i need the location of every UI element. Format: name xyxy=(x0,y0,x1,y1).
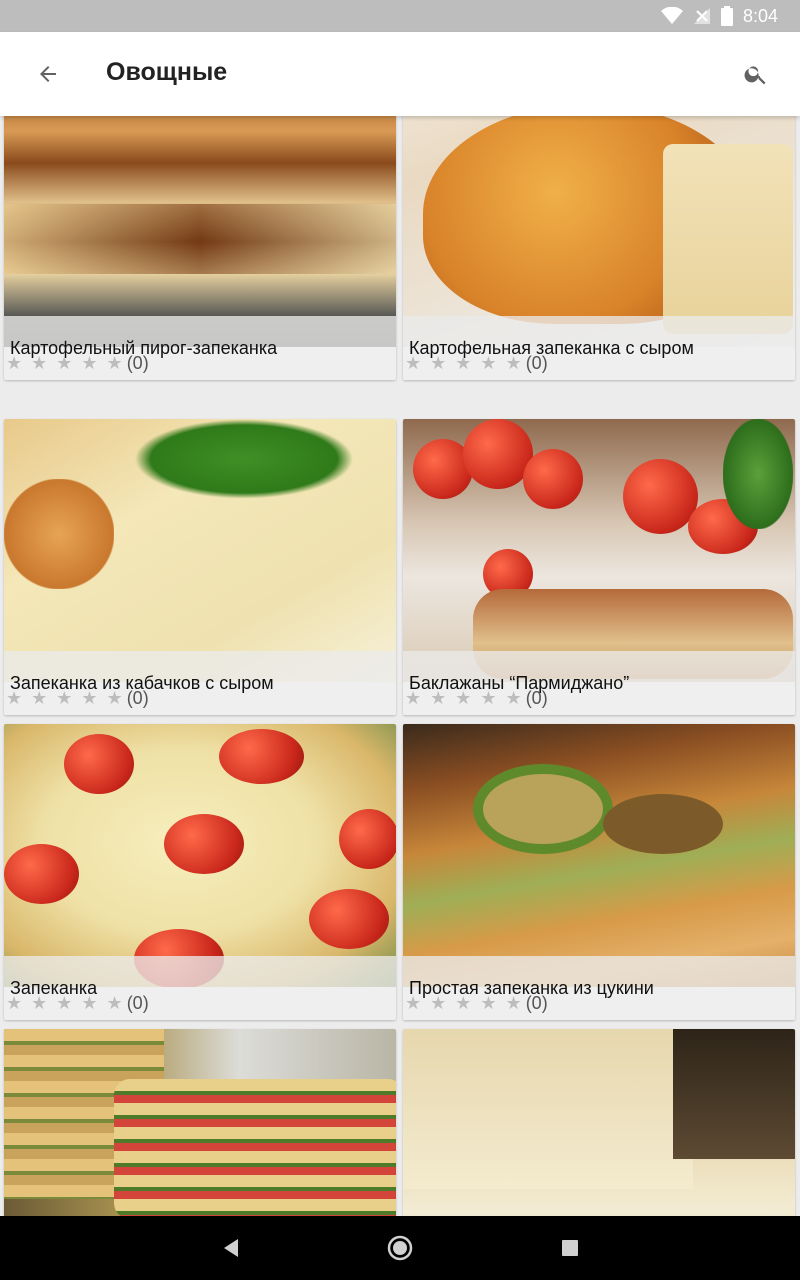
system-nav-bar xyxy=(0,1216,800,1280)
star-icons: ★ ★ ★ ★ ★ xyxy=(6,992,125,1013)
recipe-photo xyxy=(4,724,396,987)
star-icons: ★ ★ ★ ★ ★ xyxy=(6,687,125,708)
nav-recents-button[interactable] xyxy=(552,1230,588,1266)
recipe-card[interactable]: Картофельный пирог-запеканка ★ ★ ★ ★ ★ (0… xyxy=(4,116,396,380)
star-icons: ★ ★ ★ ★ ★ xyxy=(6,352,125,373)
rating-stars: ★ ★ ★ ★ ★ (0) xyxy=(6,991,149,1015)
recipe-photo xyxy=(4,419,396,682)
search-button[interactable] xyxy=(734,52,778,96)
recipe-card[interactable] xyxy=(403,1029,795,1216)
back-button[interactable] xyxy=(26,52,70,96)
rating-stars: ★ ★ ★ ★ ★ (0) xyxy=(405,686,548,710)
recipe-photo xyxy=(403,419,795,682)
status-time: 8:04 xyxy=(742,5,778,26)
rating-stars: ★ ★ ★ ★ ★ (0) xyxy=(405,351,548,375)
wifi-icon xyxy=(660,7,683,24)
recipe-photo xyxy=(403,116,795,347)
rating-stars: ★ ★ ★ ★ ★ (0) xyxy=(6,351,149,375)
rating-count: (0) xyxy=(525,352,548,373)
recipe-photo xyxy=(403,724,795,987)
star-icons: ★ ★ ★ ★ ★ xyxy=(405,352,524,373)
recipe-card[interactable]: Запеканка из кабачков с сыром ★ ★ ★ ★ ★(… xyxy=(4,419,396,715)
recipe-card[interactable]: Баклажаны “Пармиджано” ★ ★ ★ ★ ★ (0) xyxy=(403,419,795,715)
star-icons: ★ ★ ★ ★ ★ xyxy=(405,687,524,708)
rating-stars: ★ ★ ★ ★ ★ (0) xyxy=(6,686,149,710)
triangle-back-icon xyxy=(224,1239,238,1257)
recipe-card[interactable]: Картофельная запеканка с сыром ★ ★ ★ ★ ★… xyxy=(403,116,795,380)
nav-home-button[interactable] xyxy=(382,1230,418,1266)
app-bar: Овощные xyxy=(0,32,800,116)
arrow-back-icon xyxy=(40,66,56,82)
rating-count: (0) xyxy=(525,687,548,708)
recipe-card[interactable]: Запеканка ★ ★ ★ ★ ★ (0) xyxy=(4,724,396,1020)
battery-icon xyxy=(720,6,733,26)
recipe-photo xyxy=(4,1029,396,1216)
recipe-card[interactable]: Простая запеканка из цукини ★ ★ ★ ★ ★ (0) xyxy=(403,724,795,1020)
recipe-photo xyxy=(403,1029,795,1216)
recipe-grid: Картофельный пирог-запеканка ★ ★ ★ ★ ★ (0… xyxy=(0,116,800,1216)
recipe-card[interactable] xyxy=(4,1029,396,1216)
star-icons: ★ ★ ★ ★ ★ xyxy=(405,992,524,1013)
cellular-no-signal-icon xyxy=(693,8,710,24)
rating-count: (0) xyxy=(525,992,548,1013)
search-icon xyxy=(744,66,766,85)
nav-back-button[interactable] xyxy=(212,1230,248,1266)
rating-count: (0) xyxy=(126,687,149,708)
page-title: Овощные xyxy=(106,58,228,86)
recipe-photo xyxy=(4,116,396,347)
rating-count: (0) xyxy=(126,352,149,373)
status-icons: 8:04 xyxy=(660,0,778,32)
status-bar: 8:04 xyxy=(0,0,800,32)
circle-home-icon xyxy=(387,1235,413,1261)
rating-stars: ★ ★ ★ ★ ★ (0) xyxy=(405,991,548,1015)
square-recents-icon xyxy=(562,1240,578,1256)
rating-count: (0) xyxy=(126,992,149,1013)
